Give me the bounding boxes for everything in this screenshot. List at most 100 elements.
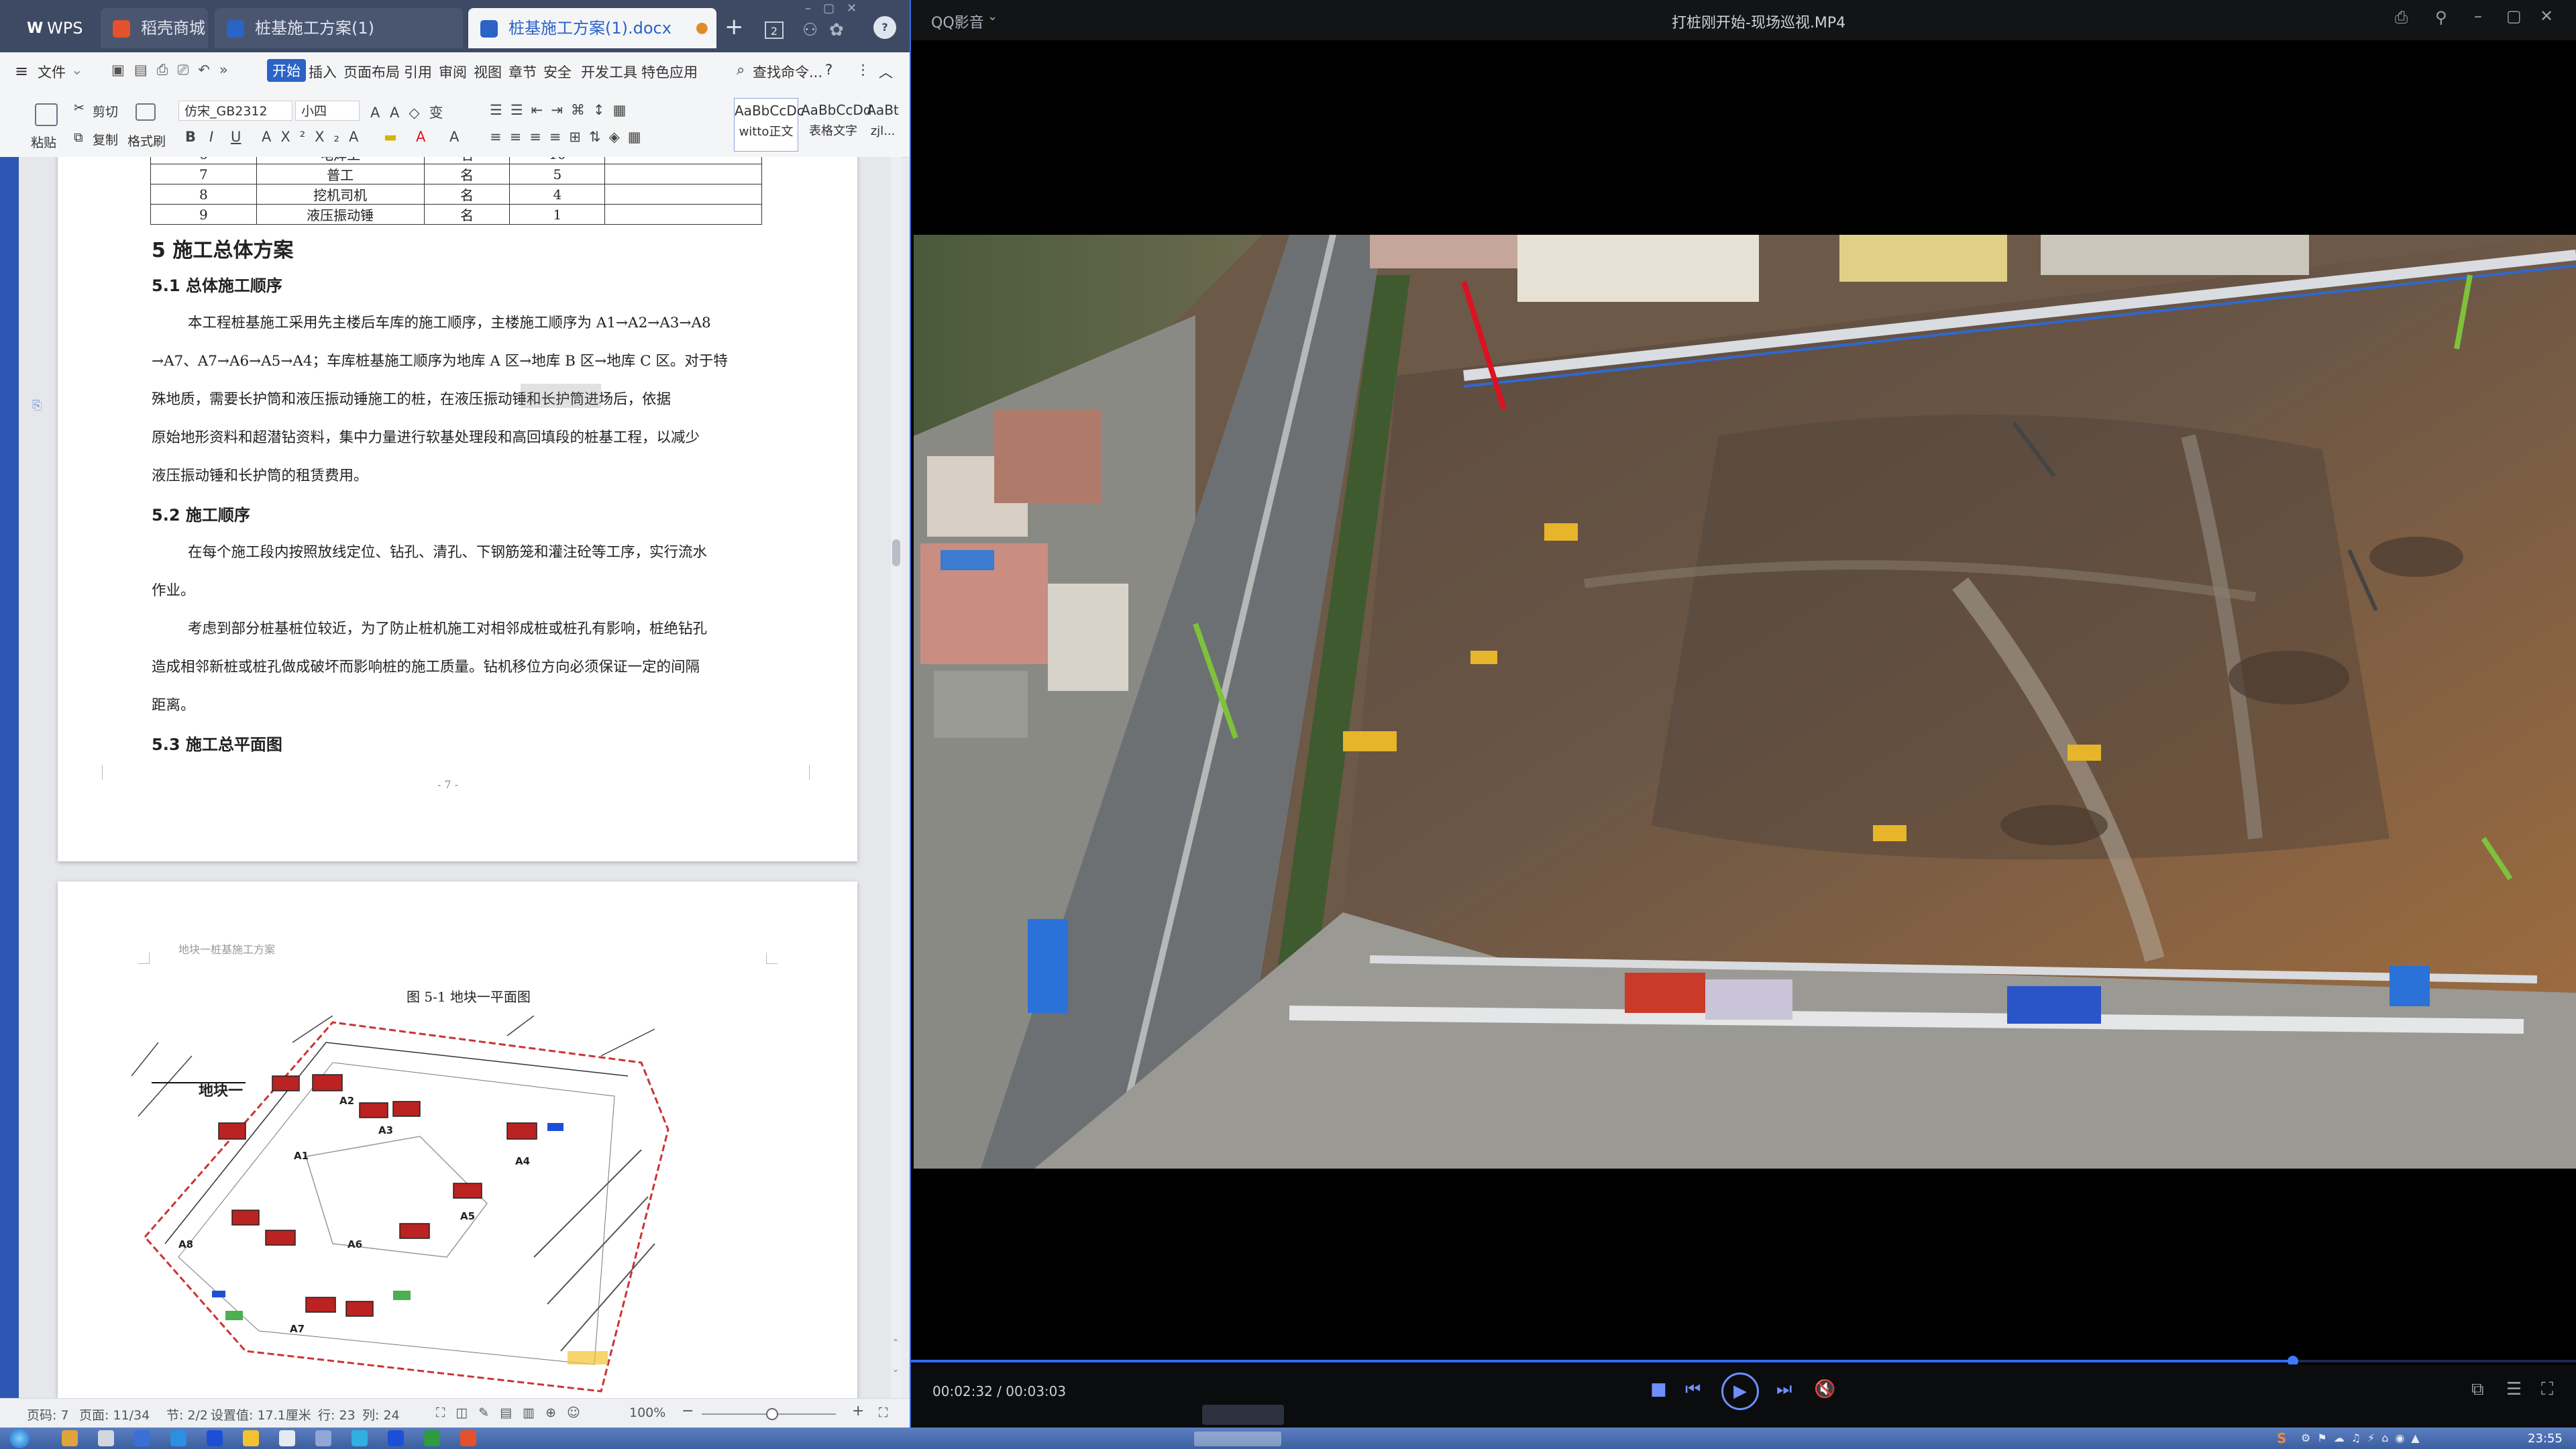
ime-indicator[interactable]: S xyxy=(2277,1430,2286,1446)
search-icon[interactable]: ⌕ xyxy=(737,62,745,78)
bold-button[interactable]: B xyxy=(185,129,196,145)
status-page[interactable]: 页码: 7 xyxy=(27,1405,69,1424)
menu-page-layout[interactable]: 页面布局 xyxy=(343,62,400,82)
tab-wps-home[interactable]: W WPS xyxy=(17,8,98,48)
taskbar-folder-icon[interactable] xyxy=(243,1430,259,1446)
next-icon[interactable]: ⏭ xyxy=(1776,1379,1792,1400)
scroll-thumb[interactable] xyxy=(892,539,900,566)
menu-view[interactable]: 视图 xyxy=(474,62,502,82)
stop-icon[interactable]: ■ xyxy=(1650,1379,1667,1399)
paste-icon[interactable] xyxy=(35,103,58,126)
scissors-icon[interactable]: ✂ xyxy=(74,101,85,115)
text-effect-icons[interactable]: AX²X₂A xyxy=(262,129,368,145)
command-search[interactable]: 查找命令... xyxy=(753,62,822,82)
player-app-name[interactable]: QQ影音 xyxy=(931,11,984,32)
menu-review[interactable]: 审阅 xyxy=(439,62,467,82)
pin-icon[interactable]: ⚲ xyxy=(2435,8,2447,27)
collapse-ribbon-icon[interactable]: ︿ xyxy=(879,62,893,82)
style-card-zjl[interactable]: AaBt zjl... xyxy=(867,98,899,152)
hamburger-icon[interactable]: ≡ xyxy=(15,62,28,80)
new-tab-icon[interactable]: + xyxy=(724,13,744,40)
font-grow-shrink-icons[interactable]: AA◇变 xyxy=(370,102,452,122)
taskbar-qq-icon[interactable] xyxy=(352,1430,368,1446)
maximize-icon[interactable]: ▢ xyxy=(2506,7,2522,25)
underline-button[interactable]: U xyxy=(231,129,241,145)
taskbar-app-icon[interactable] xyxy=(207,1430,223,1446)
copy-icon[interactable]: ⧉ xyxy=(74,130,83,145)
minimize-icon[interactable]: – xyxy=(2474,7,2482,25)
more-icon[interactable]: ⋮ xyxy=(856,62,870,78)
mute-icon[interactable]: 🔇 xyxy=(1814,1379,1835,1399)
page-up-icon[interactable]: ⌃ xyxy=(892,1338,899,1347)
copy-button[interactable]: 复制 xyxy=(93,130,118,148)
video-frame[interactable] xyxy=(914,235,2576,1169)
zoom-slider-thumb[interactable] xyxy=(766,1408,778,1420)
playlist-icon[interactable]: ⧉ xyxy=(2471,1379,2484,1400)
zoom-in-icon[interactable]: + xyxy=(852,1403,864,1419)
char-border-icon[interactable]: A xyxy=(449,129,459,145)
cut-button[interactable]: 剪切 xyxy=(93,102,118,120)
start-button[interactable] xyxy=(9,1428,30,1448)
menu-security[interactable]: 安全 xyxy=(543,62,572,82)
chevron-down-icon[interactable]: ⌄ xyxy=(987,9,998,23)
format-painter-button[interactable]: 格式刷 xyxy=(127,131,166,150)
toolbox-strip[interactable] xyxy=(1202,1405,1284,1425)
italic-button[interactable]: I xyxy=(209,129,213,145)
close-icon[interactable]: ✕ xyxy=(2540,7,2553,25)
tray-icons[interactable]: ⚙⚑☁♫⚡⌂◉▲ xyxy=(2301,1432,2426,1444)
document-scrollbar[interactable]: ⌃ ⌄ xyxy=(891,157,902,1405)
zoom-level[interactable]: 100% xyxy=(629,1405,665,1420)
taskbar-app-icon[interactable] xyxy=(279,1430,295,1446)
menu-references[interactable]: 引用 xyxy=(404,62,432,82)
taskbar-ie-icon[interactable] xyxy=(134,1430,150,1446)
style-card-table-text[interactable]: AaBbCcDd 表格文字 xyxy=(801,98,871,152)
zoom-out-icon[interactable]: − xyxy=(682,1403,694,1419)
menu-developer[interactable]: 开发工具 xyxy=(581,62,637,82)
page-down-icon[interactable]: ⌄ xyxy=(892,1364,899,1374)
fullscreen-icon[interactable]: ⛶ xyxy=(2541,1379,2553,1400)
menu-special[interactable]: 特色应用 xyxy=(641,62,698,82)
playback-progress-bar[interactable] xyxy=(911,1356,2576,1366)
taskbar-app-icon[interactable] xyxy=(315,1430,331,1446)
previous-icon[interactable]: ⏮ xyxy=(1685,1379,1701,1400)
paste-button[interactable]: 粘贴 xyxy=(31,133,56,151)
user-avatar[interactable]: ? xyxy=(873,16,896,39)
font-size-select[interactable]: 小四 xyxy=(295,101,360,121)
menu-home[interactable]: 开始 xyxy=(267,59,306,82)
list-icons[interactable]: ☰☰⇤⇥⌘↕▦ xyxy=(490,102,634,118)
screenshot-icon[interactable]: ⎙ xyxy=(2395,8,2408,27)
fullscreen-icon[interactable]: ⛶ xyxy=(879,1405,888,1420)
taskbar-wps-icon[interactable] xyxy=(460,1430,476,1446)
tab-count-badge[interactable]: 2 xyxy=(765,21,784,39)
quick-access-icons[interactable]: ▣▤⎙⎚↶» xyxy=(111,62,237,78)
taskbar-app-icon[interactable] xyxy=(424,1430,440,1446)
status-pages[interactable]: 页面: 11/34 xyxy=(79,1405,150,1424)
help-icon[interactable]: ? xyxy=(825,62,833,78)
format-painter-icon[interactable] xyxy=(136,103,156,121)
font-color-icon[interactable]: A xyxy=(416,129,425,145)
menu-chapter[interactable]: 章节 xyxy=(508,62,537,82)
tab-document-active[interactable]: 桩基施工方案(1).docx ● xyxy=(468,8,716,48)
chevron-down-icon[interactable]: ⌄ xyxy=(71,62,83,78)
taskbar-app-icon[interactable] xyxy=(62,1430,78,1446)
highlight-icon[interactable]: ▬ xyxy=(384,129,397,145)
taskbar-app-icon[interactable] xyxy=(388,1430,404,1446)
settings-icon[interactable]: ☰ xyxy=(2506,1379,2522,1399)
style-card-normal[interactable]: AaBbCcDc witto正文 xyxy=(734,98,804,152)
ime-toolbar[interactable] xyxy=(1194,1432,1281,1446)
paragraph-comment-icon[interactable]: ⎘ xyxy=(32,398,42,413)
play-button[interactable]: ▶ xyxy=(1721,1373,1759,1410)
document-canvas[interactable]: 6电焊工名10 7普工名5 8挖机司机名4 9液压振动锤名1 5 施工总体方案 … xyxy=(19,157,902,1405)
taskbar-app-icon[interactable] xyxy=(170,1430,186,1446)
menu-insert[interactable]: 插入 xyxy=(309,62,337,82)
skin-icon[interactable]: ✿ xyxy=(829,20,844,40)
align-icons[interactable]: ≡≡≡≡⊞⇅◈▦ xyxy=(490,129,649,145)
tab-document-1[interactable]: 桩基施工方案(1) xyxy=(215,8,463,48)
font-name-select[interactable]: 仿宋_GB2312 xyxy=(178,101,292,121)
taskbar-explorer-icon[interactable] xyxy=(98,1430,114,1446)
view-mode-icons[interactable]: ⛶◫✎▤▥⊕☺ xyxy=(436,1405,591,1420)
share-icon[interactable]: ⚇ xyxy=(802,20,818,40)
menu-file[interactable]: 文件 xyxy=(38,62,66,82)
tab-docer-store[interactable]: 稻壳商城 xyxy=(101,8,208,48)
window-controls-icon[interactable]: –▢✕ xyxy=(805,1,869,15)
